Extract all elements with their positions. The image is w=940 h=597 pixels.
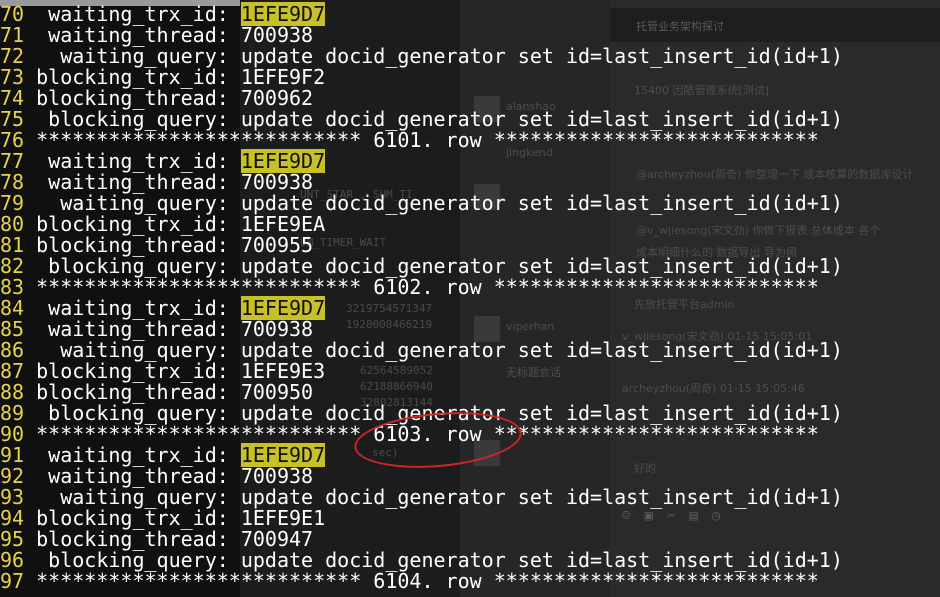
terminal-line: 76 *************************** 6101. row… [0,130,819,151]
terminal-line: 97 *************************** 6104. row… [0,571,819,592]
terminal-output[interactable]: 70 waiting_trx_id: 1EFE9D7 71 waiting_thr… [0,0,940,597]
terminal-line: 72 waiting_query: update docid_generator… [0,46,843,67]
terminal-line: 86 waiting_query: update docid_generator… [0,340,843,361]
terminal-line: 71 waiting_thread: 700938 [0,25,313,46]
terminal-line: 94 blocking_trx_id: 1EFE9E1 [0,508,325,529]
terminal-line: 78 waiting_thread: 700938 [0,172,313,193]
terminal-line: 82 blocking_query: update docid_generato… [0,256,843,277]
terminal-line: 88 blocking_thread: 700950 [0,382,313,403]
terminal-line: 96 blocking_query: update docid_generato… [0,550,843,571]
terminal-line: 95 blocking_thread: 700947 [0,529,313,550]
terminal-line: 80 blocking_trx_id: 1EFE9EA [0,214,325,235]
terminal-line: 77 waiting_trx_id: 1EFE9D7 [0,149,326,173]
terminal-line: 75 blocking_query: update docid_generato… [0,109,843,130]
terminal-line: 92 waiting_thread: 700938 [0,466,313,487]
terminal-line: 87 blocking_trx_id: 1EFE9E3 [0,361,325,382]
terminal-line: 74 blocking_thread: 700962 [0,88,313,109]
terminal-line: 79 waiting_query: update docid_generator… [0,193,843,214]
terminal-line: 85 waiting_thread: 700938 [0,319,313,340]
terminal-line: 91 waiting_trx_id: 1EFE9D7 [0,443,326,467]
terminal-line: 84 waiting_trx_id: 1EFE9D7 [0,296,326,320]
terminal-line: 70 waiting_trx_id: 1EFE9D7 [0,2,326,26]
terminal-line: 73 blocking_trx_id: 1EFE9F2 [0,67,325,88]
terminal-line: 93 waiting_query: update docid_generator… [0,487,843,508]
terminal-line: 83 *************************** 6102. row… [0,277,819,298]
line-text: *************************** 6104. row **… [24,569,819,593]
line-number: 97 [0,569,25,593]
terminal-line: 81 blocking_thread: 700955 [0,235,313,256]
